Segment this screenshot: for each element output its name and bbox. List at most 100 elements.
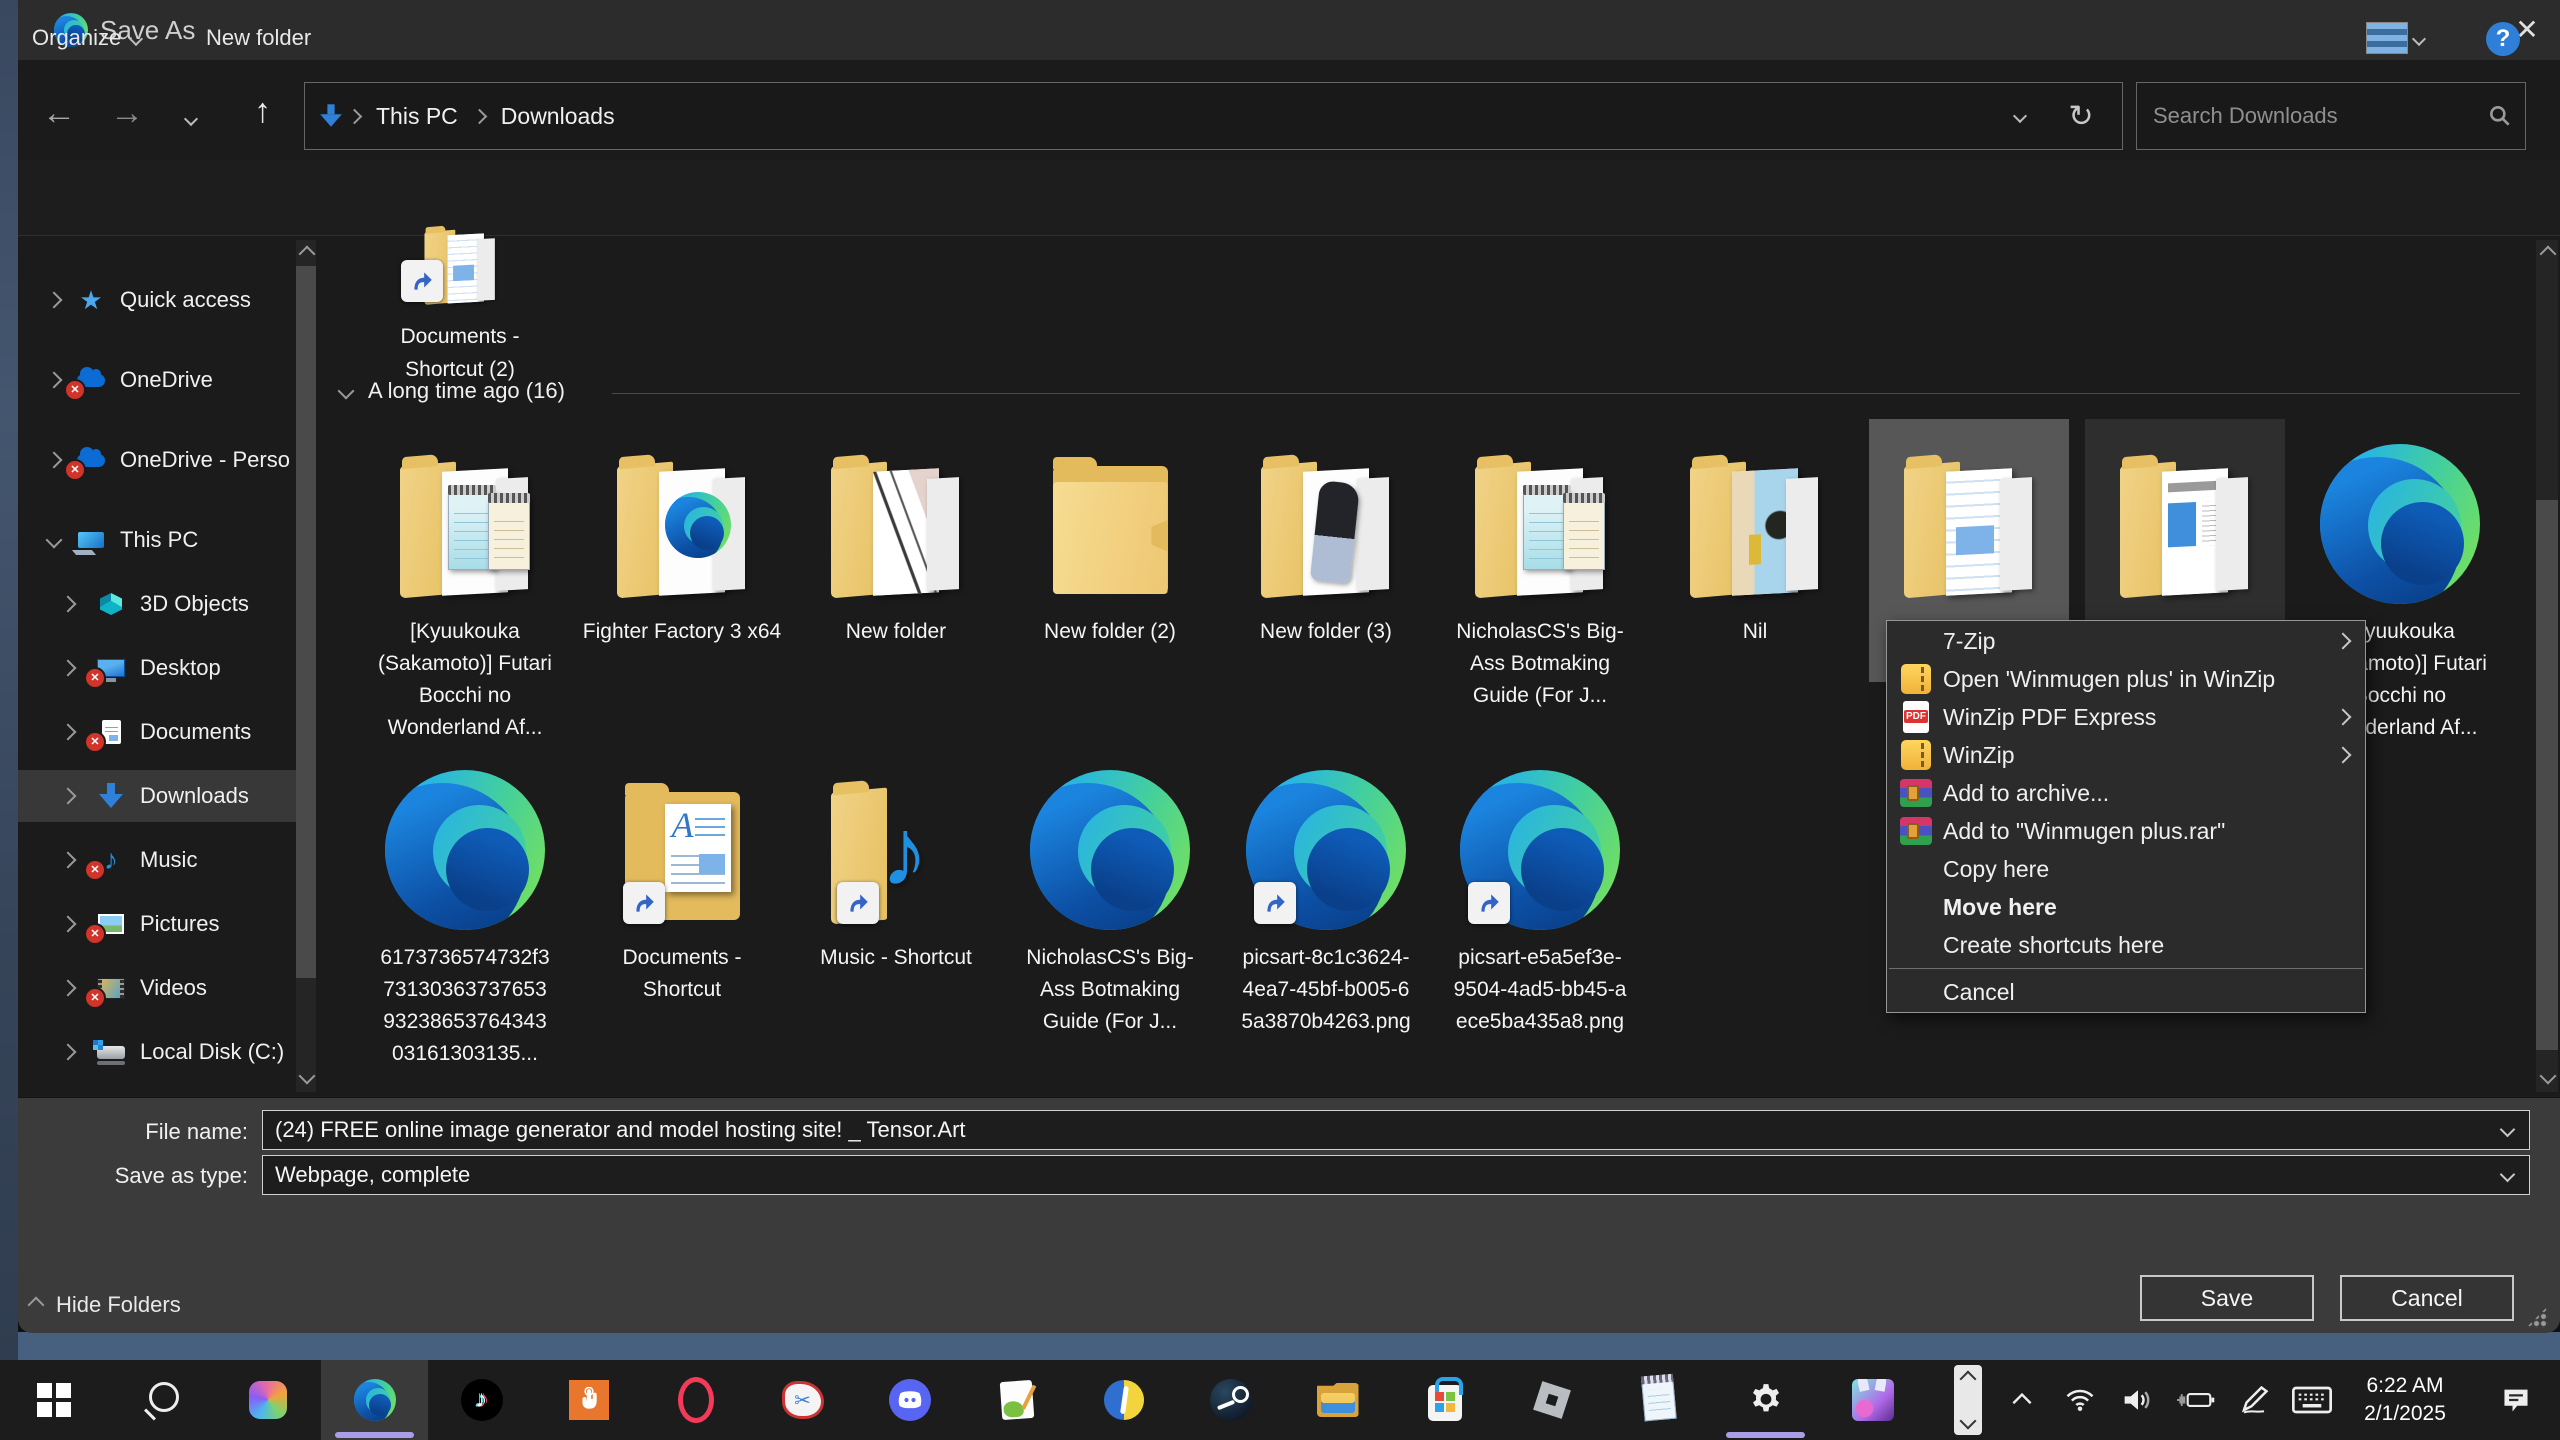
sidebar-item-this-pc[interactable]: This PC bbox=[18, 514, 296, 566]
change-view-button[interactable] bbox=[2366, 22, 2408, 54]
menu-item-open-winmugen-plus-in-winzip[interactable]: Open 'Winmugen plus' in WinZip bbox=[1887, 660, 2365, 698]
menu-item-winzip-pdf-express[interactable]: WinZip PDF Express bbox=[1887, 698, 2365, 736]
chevron-right-icon[interactable] bbox=[60, 660, 77, 677]
notifications-icon[interactable] bbox=[2496, 1380, 2536, 1420]
sidebar-item-onedrive-perso[interactable]: ✕OneDrive - Perso bbox=[18, 434, 296, 486]
save-button[interactable]: Save bbox=[2140, 1275, 2314, 1321]
taskbar-clock[interactable]: 6:22 AM2/1/2025 bbox=[2350, 1372, 2460, 1428]
chevron-right-icon[interactable] bbox=[60, 916, 77, 933]
clock-date: 2/1/2025 bbox=[2350, 1400, 2460, 1428]
chevron-right-icon[interactable] bbox=[60, 1044, 77, 1061]
sidebar-scrollbar-thumb[interactable] bbox=[296, 266, 316, 978]
file-item-documents-shortcut[interactable]: ADocuments - Shortcut bbox=[582, 745, 782, 1006]
taskbar-app-tiktok[interactable]: ♪ bbox=[428, 1360, 535, 1440]
menu-item-winzip[interactable]: WinZip bbox=[1887, 736, 2365, 774]
taskbar-app-search[interactable] bbox=[107, 1360, 214, 1440]
file-item-nil[interactable]: Nil bbox=[1655, 419, 1855, 648]
chevron-right-icon[interactable] bbox=[60, 852, 77, 869]
refresh-button[interactable]: ↻ bbox=[2040, 82, 2123, 150]
tray-touch-keyboard-icon[interactable] bbox=[2292, 1380, 2332, 1420]
menu-item-spacer bbox=[1897, 974, 1935, 1010]
new-folder-button[interactable]: New folder bbox=[206, 0, 311, 75]
organize-menu-button[interactable]: Organize bbox=[32, 0, 141, 75]
taskbar-overflow-scrollbar[interactable] bbox=[1954, 1365, 1982, 1435]
chevron-right-icon[interactable] bbox=[46, 372, 63, 389]
menu-item-create-shortcuts-here[interactable]: Create shortcuts here bbox=[1887, 926, 2365, 964]
address-dropdown-icon[interactable] bbox=[2013, 109, 2027, 123]
chevron-right-icon[interactable] bbox=[46, 292, 63, 309]
file-item-new-folder-2[interactable]: New folder (2) bbox=[1010, 419, 1210, 648]
group-collapse-icon[interactable] bbox=[338, 383, 355, 400]
chevron-right-icon[interactable] bbox=[60, 980, 77, 997]
menu-item-add-to-winmugen-plus-rar[interactable]: Add to "Winmugen plus.rar" bbox=[1887, 812, 2365, 850]
file-item-new-folder[interactable]: New folder bbox=[796, 419, 996, 648]
taskbar-app-steam[interactable] bbox=[1177, 1360, 1284, 1440]
taskbar-app-notepad-plus-plus[interactable] bbox=[963, 1360, 1070, 1440]
taskbar-app-opera-gx[interactable] bbox=[642, 1360, 749, 1440]
chevron-right-icon[interactable] bbox=[60, 596, 77, 613]
taskbar-app-roblox[interactable] bbox=[1498, 1360, 1605, 1440]
taskbar-app-notepad[interactable] bbox=[1605, 1360, 1712, 1440]
file-item-fighter-factory-3-x64[interactable]: Fighter Factory 3 x64 bbox=[582, 419, 782, 648]
file-item-new-folder-3[interactable]: New folder (3) bbox=[1226, 419, 1426, 648]
sidebar-item-pictures[interactable]: ✕Pictures bbox=[18, 898, 296, 950]
taskbar-app-start[interactable] bbox=[0, 1360, 107, 1440]
taskbar-app-microsoft-store[interactable] bbox=[1391, 1360, 1498, 1440]
chevron-right-icon[interactable] bbox=[60, 788, 77, 805]
menu-item-copy-here[interactable]: Copy here bbox=[1887, 850, 2365, 888]
chevron-right-icon[interactable] bbox=[46, 452, 63, 469]
tray-volume-icon[interactable] bbox=[2118, 1380, 2158, 1420]
address-bar[interactable]: This PC Downloads bbox=[304, 82, 2042, 150]
breadcrumb-this-pc[interactable]: This PC bbox=[376, 103, 458, 130]
sidebar-item-documents[interactable]: ✕Documents bbox=[18, 706, 296, 758]
file-item-nicholascs-s-big-ass-bot[interactable]: NicholasCS's Big-Ass Botmaking Guide (Fo… bbox=[1440, 419, 1640, 712]
tray-wifi-icon[interactable] bbox=[2060, 1380, 2100, 1420]
file-item-picsart-e5a5ef3e-9504-4a[interactable]: picsart-e5a5ef3e-9504-4ad5-bb45-aece5ba4… bbox=[1440, 745, 1640, 1038]
taskbar-app-avatar-app[interactable] bbox=[1819, 1360, 1926, 1440]
sidebar-item-3d-objects[interactable]: 3D Objects bbox=[18, 578, 296, 630]
sidebar-item-music[interactable]: ♪✕Music bbox=[18, 834, 296, 886]
sidebar-item-downloads[interactable]: Downloads bbox=[18, 770, 296, 822]
taskbar-app-touch-app[interactable] bbox=[535, 1360, 642, 1440]
taskbar-app-file-explorer[interactable] bbox=[1284, 1360, 1391, 1440]
search-input[interactable] bbox=[2137, 103, 2487, 129]
tray-hidden-icons-chevron[interactable] bbox=[2002, 1380, 2042, 1420]
file-item-kyuukouka-sakamoto-f[interactable]: [Kyuukouka (Sakamoto)] Futari Bocchi no … bbox=[365, 419, 565, 744]
file-item-nicholascs-s-big-ass-bot[interactable]: NicholasCS's Big-Ass Botmaking Guide (Fo… bbox=[1010, 745, 1210, 1038]
chevron-down-icon[interactable] bbox=[46, 532, 63, 549]
taskbar-app-settings[interactable] bbox=[1712, 1360, 1819, 1440]
file-item-music-shortcut[interactable]: ♪Music - Shortcut bbox=[796, 745, 996, 974]
help-button[interactable]: ? bbox=[2486, 22, 2520, 56]
sidebar-item-local-disk-c[interactable]: Local Disk (C:) bbox=[18, 1026, 296, 1078]
save-as-type-select[interactable]: Webpage, complete bbox=[262, 1155, 2530, 1195]
sidebar-item-quick-access[interactable]: ★Quick access bbox=[18, 274, 296, 326]
taskbar-app-fighter-factory[interactable] bbox=[1070, 1360, 1177, 1440]
cancel-button[interactable]: Cancel bbox=[2340, 1275, 2514, 1321]
file-item-6173736574732f3731303637[interactable]: 6173736574732f37313036373765393238653764… bbox=[365, 745, 565, 1070]
chevron-right-icon[interactable] bbox=[60, 724, 77, 741]
sidebar-item-desktop[interactable]: ✕Desktop bbox=[18, 642, 296, 694]
taskbar-app-edge[interactable] bbox=[321, 1360, 428, 1440]
sidebar-item-onedrive[interactable]: ✕OneDrive bbox=[18, 354, 296, 406]
menu-item-cancel[interactable]: Cancel bbox=[1887, 973, 2365, 1011]
tray-battery-icon[interactable] bbox=[2176, 1380, 2216, 1420]
up-button[interactable]: ↑ bbox=[254, 94, 271, 128]
menu-item-add-to-archive[interactable]: Add to archive... bbox=[1887, 774, 2365, 812]
tray-pen-icon[interactable] bbox=[2234, 1380, 2274, 1420]
taskbar-app-copilot[interactable] bbox=[214, 1360, 321, 1440]
search-box[interactable] bbox=[2136, 82, 2526, 150]
back-button[interactable]: ← bbox=[42, 96, 76, 130]
file-item-picsart-8c1c3624-4ea7-45[interactable]: picsart-8c1c3624-4ea7-45bf-b005-65a3870b… bbox=[1226, 745, 1426, 1038]
hide-folders-button[interactable]: Hide Folders bbox=[30, 1283, 181, 1327]
file-item-documents-shortcut-2[interactable]: Documents - Shortcut (2) bbox=[370, 228, 550, 386]
taskbar-app-discord[interactable] bbox=[856, 1360, 963, 1440]
forward-button[interactable]: → bbox=[110, 96, 144, 130]
breadcrumb-downloads[interactable]: Downloads bbox=[501, 103, 615, 130]
recent-locations-dropdown[interactable] bbox=[186, 110, 196, 128]
file-name-input[interactable] bbox=[262, 1110, 2530, 1150]
filelist-scrollbar-thumb[interactable] bbox=[2536, 500, 2558, 1050]
menu-item-move-here[interactable]: Move here bbox=[1887, 888, 2365, 926]
menu-item-7-zip[interactable]: 7-Zip bbox=[1887, 622, 2365, 660]
taskbar-app-scissors-app[interactable]: ✂ bbox=[749, 1360, 856, 1440]
sidebar-item-videos[interactable]: ✕Videos bbox=[18, 962, 296, 1014]
